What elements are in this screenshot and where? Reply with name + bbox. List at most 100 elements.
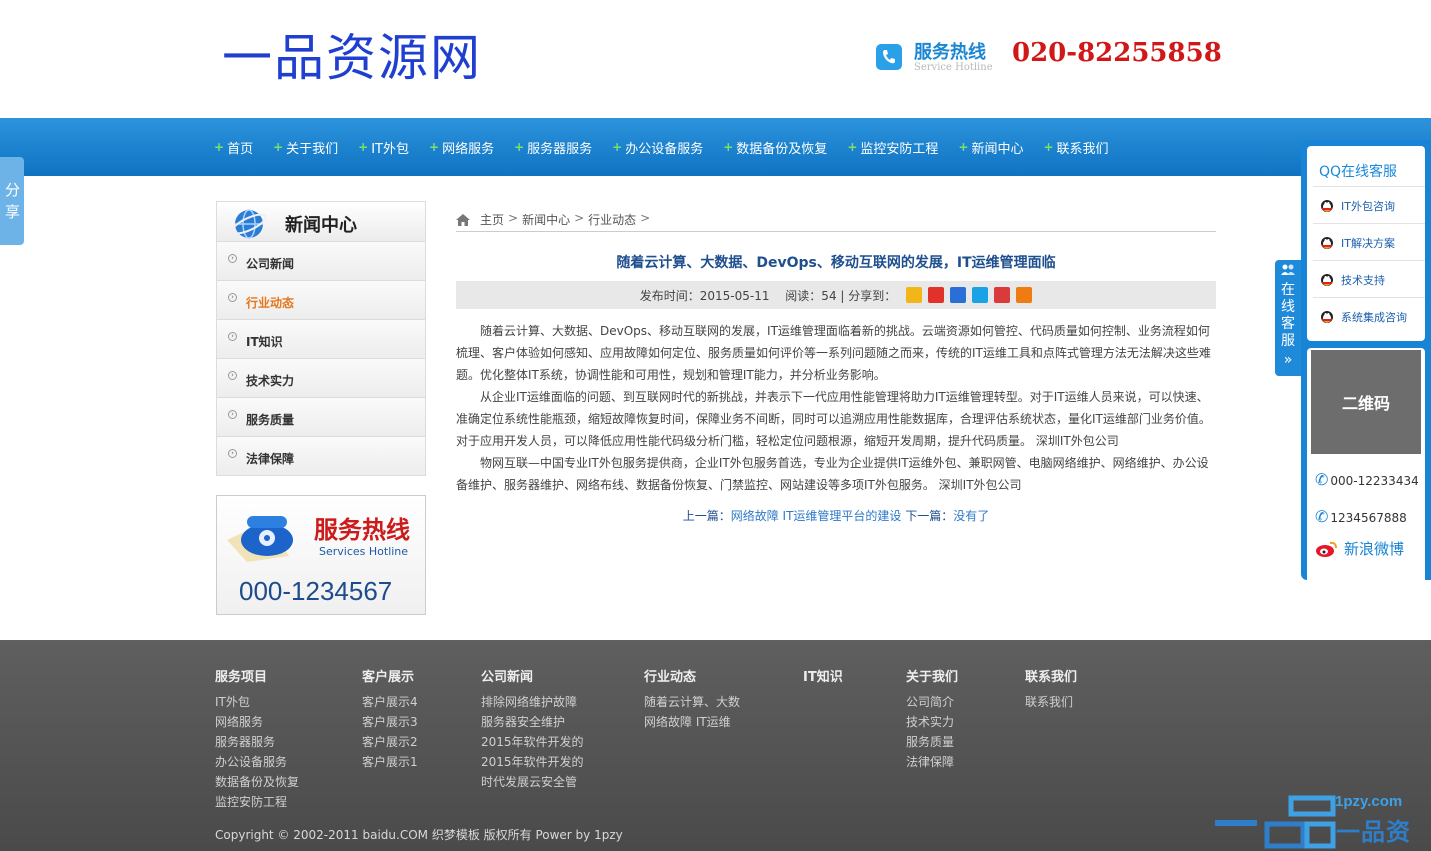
footer-column-heading[interactable]: IT知识 xyxy=(803,666,843,685)
footer-link[interactable]: IT外包 xyxy=(215,692,299,712)
weibo-link[interactable]: 新浪微博 xyxy=(1315,538,1404,559)
breadcrumb-item[interactable]: 新闻中心 xyxy=(522,211,570,228)
footer-link[interactable]: 客户展示2 xyxy=(362,732,418,752)
sidebar-item[interactable]: › 行业动态 xyxy=(217,281,425,320)
footer-link[interactable]: 技术实力 xyxy=(906,712,958,732)
nav-item-0[interactable]: + 首页 xyxy=(214,138,253,157)
nav-item-4[interactable]: + 服务器服务 xyxy=(514,138,592,157)
footer-link[interactable]: 服务器安全维护 xyxy=(481,712,584,732)
sidebar-hotline-box: 服务热线 Services Hotline 000-1234567 xyxy=(216,495,426,615)
footer-link[interactable]: 2015年软件开发的 xyxy=(481,732,584,752)
share-icon-2[interactable] xyxy=(950,287,967,303)
sidebar-hotline-number: 000-1234567 xyxy=(239,576,393,606)
footer-column-heading[interactable]: 关于我们 xyxy=(906,666,958,685)
footer-link[interactable]: 公司简介 xyxy=(906,692,958,712)
share-icon-5[interactable] xyxy=(1016,287,1033,303)
footer-link[interactable]: 客户展示3 xyxy=(362,712,418,732)
sidebar-item[interactable]: › 服务质量 xyxy=(217,398,425,437)
footer-link[interactable]: 网络故障 IT运维 xyxy=(644,712,740,732)
sidebar-item[interactable]: › 法律保障 xyxy=(217,437,425,476)
nav-item-6[interactable]: + 数据备份及恢复 xyxy=(723,138,827,157)
footer-link[interactable]: 数据备份及恢复 xyxy=(215,772,299,792)
sidebar-hotline-title: 服务热线 xyxy=(314,516,410,544)
sidebar-item[interactable]: › 公司新闻 xyxy=(217,242,425,281)
qq-item[interactable]: 系统集成咨询 xyxy=(1313,297,1425,333)
chevron-right-icon: › xyxy=(228,254,237,263)
share-icon-3[interactable] xyxy=(972,287,989,303)
nav-item-label: 数据备份及恢复 xyxy=(736,141,828,157)
footer-link[interactable]: 监控安防工程 xyxy=(215,792,299,812)
globe-icon xyxy=(231,209,267,239)
nav-item-label: 网络服务 xyxy=(442,141,495,157)
share-tab-label: 分享 xyxy=(5,181,21,221)
share-icon-1[interactable] xyxy=(928,287,945,303)
footer-link[interactable]: 排除网络维护故障 xyxy=(481,692,584,712)
footer-column: IT知识 xyxy=(803,666,843,692)
breadcrumb-separator: > xyxy=(508,211,519,225)
hotline-subtitle: Service Hotline xyxy=(914,62,993,73)
plus-icon: + xyxy=(514,140,525,154)
footer-link[interactable]: 时代发展云安全管 xyxy=(481,772,584,792)
nav-item-label: 监控安防工程 xyxy=(860,141,939,157)
phone-icon: ✆ xyxy=(1315,507,1329,526)
breadcrumb-item[interactable]: 主页 xyxy=(480,211,504,228)
footer-column-heading[interactable]: 行业动态 xyxy=(644,666,740,685)
phone-icon xyxy=(876,44,902,70)
share-tab[interactable]: 分享 xyxy=(0,157,24,245)
qq-item[interactable]: IT解决方案 xyxy=(1313,223,1425,259)
footer-link[interactable]: 客户展示4 xyxy=(362,692,418,712)
footer-link[interactable]: 服务器服务 xyxy=(215,732,299,752)
next-article-link[interactable]: 没有了 xyxy=(953,509,989,523)
breadcrumb-item[interactable]: 行业动态 xyxy=(588,211,636,228)
expand-icon: » xyxy=(1283,352,1293,368)
footer-link[interactable]: 2015年软件开发的 xyxy=(481,752,584,772)
footer-link[interactable]: 随着云计算、大数 xyxy=(644,692,740,712)
sidebar-hotline-subtitle: Services Hotline xyxy=(319,545,409,558)
qq-item[interactable]: IT外包咨询 xyxy=(1313,186,1425,222)
sidebar-item-label: 公司新闻 xyxy=(246,257,295,271)
footer-column-heading[interactable]: 公司新闻 xyxy=(481,666,584,685)
sidebar-item[interactable]: › IT知识 xyxy=(217,320,425,359)
footer-link[interactable]: 服务质量 xyxy=(906,732,958,752)
sidebar-item-label: 行业动态 xyxy=(246,296,295,310)
plus-icon: + xyxy=(358,140,369,154)
nav-item-7[interactable]: + 监控安防工程 xyxy=(847,138,938,157)
footer-link[interactable]: 办公设备服务 xyxy=(215,752,299,772)
site-logo[interactable]: 一品资源网 xyxy=(222,28,482,88)
online-service-tab[interactable]: 在线客服 » xyxy=(1275,260,1301,376)
plus-icon: + xyxy=(958,140,969,154)
plus-icon: + xyxy=(214,140,225,154)
qr-area: 二维码 ✆ 000-12233434 ✆ 1234567888 新浪微博 xyxy=(1307,348,1425,598)
footer-column-heading[interactable]: 客户展示 xyxy=(362,666,418,685)
nav-item-5[interactable]: + 办公设备服务 xyxy=(612,138,703,157)
nav-item-8[interactable]: + 新闻中心 xyxy=(958,138,1023,157)
sidebar-item-label: 服务质量 xyxy=(246,413,295,427)
share-icon-4[interactable] xyxy=(994,287,1011,303)
qq-penguin-icon xyxy=(1319,234,1335,253)
nav-item-1[interactable]: + 关于我们 xyxy=(273,138,338,157)
qq-panel-title: QQ在线客服 xyxy=(1319,164,1398,180)
weibo-label: 新浪微博 xyxy=(1344,540,1405,558)
breadcrumb-items: 主页 > 新闻中心 > 行业动态 > xyxy=(480,211,654,228)
nav-item-9[interactable]: + 联系我们 xyxy=(1043,138,1108,157)
footer-link[interactable]: 联系我们 xyxy=(1025,692,1077,712)
hotline-number: 020-82255858 xyxy=(1012,38,1222,68)
chevron-right-icon: › xyxy=(228,332,237,341)
users-icon xyxy=(1281,264,1295,275)
nav-item-2[interactable]: + IT外包 xyxy=(358,138,409,157)
plus-icon: + xyxy=(1043,140,1054,154)
phone-icon: ✆ xyxy=(1315,470,1329,489)
footer-column-heading[interactable]: 服务项目 xyxy=(215,666,299,685)
footer-column: 关于我们公司简介 技术实力 服务质量 法律保障 xyxy=(906,666,958,772)
plus-icon: + xyxy=(847,140,858,154)
footer-link[interactable]: 网络服务 xyxy=(215,712,299,732)
nav-item-label: IT外包 xyxy=(371,141,409,157)
share-icon-0[interactable] xyxy=(906,287,923,303)
footer-link[interactable]: 客户展示1 xyxy=(362,752,418,772)
footer-column-heading[interactable]: 联系我们 xyxy=(1025,666,1077,685)
sidebar-item[interactable]: › 技术实力 xyxy=(217,359,425,398)
footer-link[interactable]: 法律保障 xyxy=(906,752,958,772)
qq-item[interactable]: 技术支持 xyxy=(1313,260,1425,296)
prev-article-link[interactable]: 网络故障 IT运维管理平台的建设 xyxy=(731,509,902,523)
nav-item-3[interactable]: + 网络服务 xyxy=(429,138,494,157)
